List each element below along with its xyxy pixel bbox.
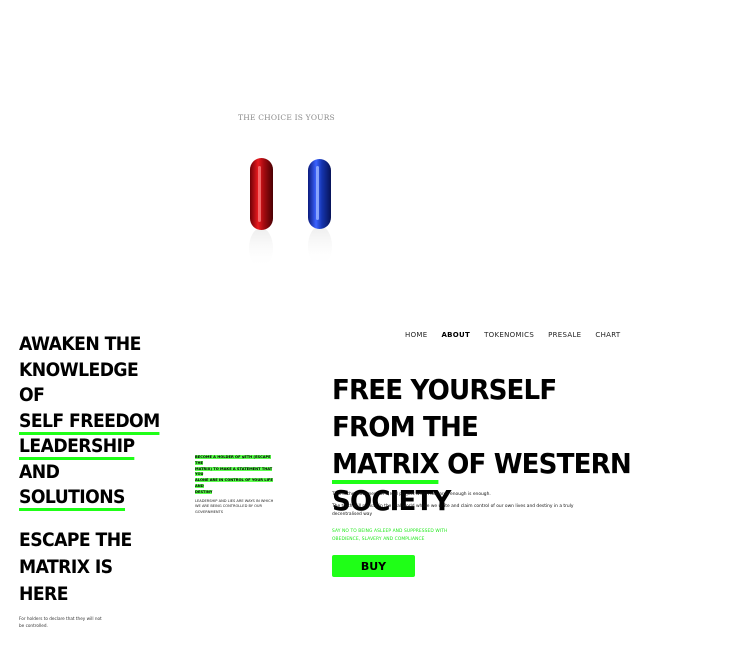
blue-pill-shadow (308, 226, 332, 266)
nav-about[interactable]: ABOUT (441, 331, 470, 339)
statement-line: MATRIX) TO MAKE A STATEMENT THAT YOU (195, 466, 273, 477)
heading-line: MATRIX IS (19, 557, 113, 578)
escape-heading: ESCAPE THE MATRIX IS HERE (19, 527, 159, 608)
awaken-heading: AWAKEN THE KNOWLEDGE OF SELF FREEDOM LEA… (19, 332, 168, 511)
main-nav: HOME ABOUT TOKENOMICS PRESALE CHART (405, 331, 620, 339)
buy-button[interactable]: BUY (332, 555, 415, 577)
highlighted-phrase: SELF FREEDOM (19, 410, 160, 435)
heading-line: KNOWLEDGE OF (19, 359, 139, 407)
statement-paragraph: This is the statement of a real project … (332, 492, 491, 497)
statement-line: BECOME A HOLDER OF $ETH (ESCAPE THE (195, 455, 271, 465)
holder-statement: BECOME A HOLDER OF $ETH (ESCAPE THE MATR… (195, 455, 279, 516)
title-line: OF WESTERN (447, 448, 632, 480)
highlighted-phrase: SOLUTIONS (19, 487, 125, 511)
nav-chart[interactable]: CHART (595, 331, 620, 339)
red-pill-shadow (249, 228, 273, 268)
title-line: FREE YOURSELF FROM THE (332, 374, 557, 443)
red-pill-icon (250, 158, 273, 230)
red-pill-highlight (258, 166, 261, 222)
highlighted-phrase: MATRIX (332, 448, 440, 484)
blue-pill-icon (308, 159, 331, 229)
nav-presale[interactable]: PRESALE (548, 331, 581, 339)
statement-line: ALONE ARE IN CONTROL OF YOUR LIFE AND (195, 478, 273, 488)
truth-paragraph: The truth will prevail in the real world… (332, 504, 574, 518)
heading-line: HERE (19, 584, 68, 605)
statement-lines: BECOME A HOLDER OF $ETH (ESCAPE THE MATR… (195, 455, 279, 496)
slogan-paragraph: SAY NO TO BEING ASLEEP AND SUPPRESSED WI… (332, 529, 448, 542)
red-and-blue-pill-icon (249, 158, 332, 268)
statement-detail: LEADERSHIP AND LIES ARE WAYS IN WHICH WE… (195, 498, 274, 515)
tagline: THE CHOICE IS YOURS (238, 113, 335, 122)
highlighted-phrase: LEADERSHIP (19, 436, 135, 460)
heading-line: AWAKEN THE (19, 334, 141, 355)
nav-tokenomics[interactable]: TOKENOMICS (484, 331, 534, 339)
heading-line: ESCAPE THE (19, 530, 132, 551)
heading-word: AND (19, 461, 60, 483)
hero-title: FREE YOURSELF FROM THE MATRIX OF WESTERN… (332, 372, 636, 520)
nav-home[interactable]: HOME (405, 331, 427, 339)
statement-line: DESTINY (195, 489, 213, 494)
escape-subtext: For holders to declare that they will no… (19, 616, 102, 629)
blue-pill-highlight (316, 166, 319, 220)
